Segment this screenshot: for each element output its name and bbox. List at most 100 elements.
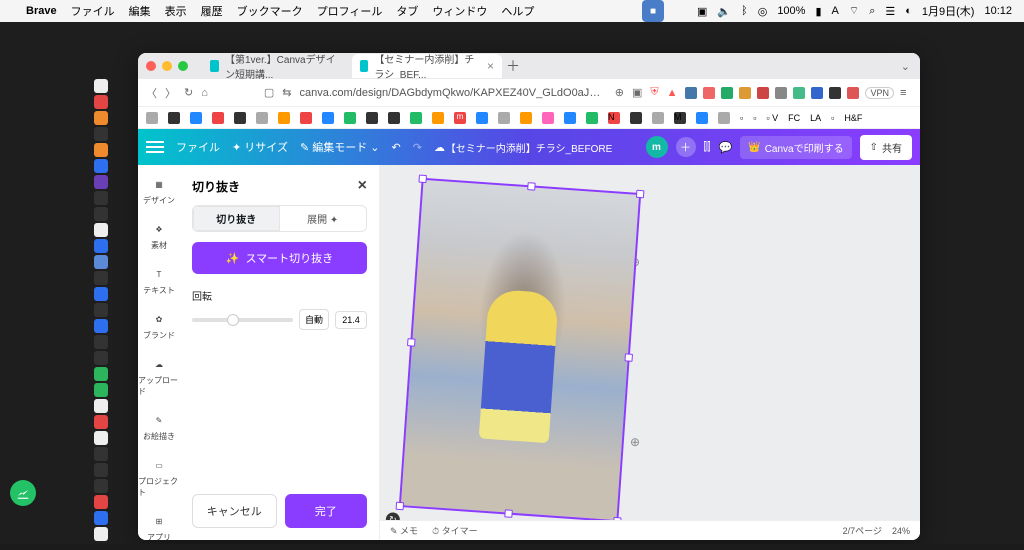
menu-window[interactable]: ウィンドウ <box>432 3 487 19</box>
browser-tab-active[interactable]: 【セミナー内添削】チラシ_BEF... × <box>352 54 502 78</box>
bookmark-folder[interactable]: ▫ <box>831 113 834 123</box>
bookmark-icon[interactable] <box>344 112 356 124</box>
crop-handle[interactable] <box>636 190 645 199</box>
dock-app-icon[interactable] <box>94 511 108 525</box>
bookmark-icon[interactable]: m <box>454 112 466 124</box>
rail-elements[interactable]: ❖素材 <box>150 220 168 251</box>
reload-icon[interactable]: ↻ <box>184 86 193 99</box>
battery-percent[interactable]: 100% <box>777 5 805 17</box>
menu-help[interactable]: ヘルプ <box>501 3 534 19</box>
active-app-name[interactable]: Brave <box>26 5 57 17</box>
crop-bounding-box[interactable]: ↻ <box>399 178 641 523</box>
dock-app-icon[interactable] <box>94 367 108 381</box>
page-indicator[interactable]: 2/7ページ <box>843 524 882 537</box>
comments-icon[interactable]: 💬 <box>719 141 733 154</box>
bookmark-icon[interactable] <box>564 112 576 124</box>
bookmark-icon[interactable] <box>388 112 400 124</box>
share-button[interactable]: ⇧ 共有 <box>860 135 912 160</box>
minimize-window-icon[interactable] <box>162 61 172 71</box>
browser-menu-icon[interactable]: ≡ <box>900 87 912 99</box>
dock-app-icon[interactable] <box>94 159 108 173</box>
browser-tab[interactable]: 【第1ver.】Canvaデザイン短期講... <box>202 54 352 78</box>
nav-back-icon[interactable]: 〈 <box>146 85 157 101</box>
home-icon[interactable]: ⌂ <box>201 87 208 99</box>
dock-app-icon[interactable] <box>94 319 108 333</box>
document-title[interactable]: 【セミナー内添削】チラシ_BEFORE <box>446 140 612 155</box>
file-menu[interactable]: ファイル <box>176 139 220 155</box>
wifi-icon[interactable]: ⌔ <box>849 4 859 18</box>
dock-app-icon[interactable] <box>94 351 108 365</box>
dock-app-icon[interactable] <box>94 287 108 301</box>
extension-icon[interactable] <box>793 87 805 99</box>
bookmark-icon[interactable]: N <box>608 112 620 124</box>
rail-design[interactable]: ▦デザイン <box>143 175 175 206</box>
dock-app-icon[interactable] <box>94 127 108 141</box>
input-source-icon[interactable]: A <box>832 5 839 17</box>
dock-app-icon[interactable] <box>94 415 108 429</box>
site-controls-icon[interactable]: ▢ <box>264 86 274 99</box>
bookmark-icon[interactable] <box>300 112 312 124</box>
crop-handle[interactable] <box>407 338 416 347</box>
dock-app-icon[interactable] <box>94 479 108 493</box>
extension-icon[interactable] <box>829 87 841 99</box>
dock-app-icon[interactable] <box>94 79 108 93</box>
dock-app-icon[interactable] <box>94 463 108 477</box>
extension-icon[interactable] <box>685 87 697 99</box>
dock-app-icon[interactable] <box>94 239 108 253</box>
dock-app-icon[interactable] <box>94 143 108 157</box>
record-button[interactable] <box>10 480 36 506</box>
volume-icon[interactable]: 🔈 <box>717 5 731 18</box>
bookmark-folder[interactable]: LA <box>810 113 821 123</box>
brave-icon[interactable]: ▲ <box>667 87 678 99</box>
rail-upload[interactable]: ☁アップロード <box>138 355 180 397</box>
shield-icon[interactable]: ⛨ <box>650 86 658 99</box>
menu-history[interactable]: 履歴 <box>201 3 223 19</box>
rail-brand[interactable]: ✿ブランド <box>143 310 175 341</box>
canvas-viewport[interactable]: 2ページ - B... ⌃ ⌄ ⎘ ⧉ 🗑 ⊕ 3ページ - B... ⌃ ⌄ <box>380 165 920 540</box>
dock-app-icon[interactable] <box>94 303 108 317</box>
bookmark-icon[interactable] <box>520 112 532 124</box>
edit-mode-menu[interactable]: ✎ 編集モード ⌄ <box>300 139 380 155</box>
menu-icon[interactable] <box>146 138 164 156</box>
bookmark-icon[interactable] <box>256 112 268 124</box>
extension-icon[interactable] <box>775 87 787 99</box>
bookmark-icon[interactable] <box>168 112 180 124</box>
add-page-icon[interactable]: ⊕ <box>630 435 640 450</box>
bookmark-icon[interactable] <box>432 112 444 124</box>
redo-icon[interactable]: ↷ <box>413 141 422 154</box>
dock-app-icon[interactable] <box>94 255 108 269</box>
dock-app-icon[interactable] <box>94 447 108 461</box>
close-window-icon[interactable] <box>146 61 156 71</box>
analytics-icon[interactable]: ⫿⫿ <box>704 141 711 154</box>
menu-edit[interactable]: 編集 <box>129 3 151 19</box>
bookmark-folder[interactable]: ▫ <box>753 113 756 123</box>
dock-app-icon[interactable] <box>94 207 108 221</box>
bookmark-icon[interactable] <box>476 112 488 124</box>
menu-profile[interactable]: プロフィール <box>317 3 383 19</box>
extension-icon[interactable] <box>757 87 769 99</box>
screen-record-indicator-icon[interactable]: ■ <box>642 0 664 22</box>
rail-projects[interactable]: ▭プロジェクト <box>138 456 180 498</box>
bookmark-icon[interactable] <box>542 112 554 124</box>
auto-rotate-button[interactable]: 自動 <box>299 309 329 330</box>
crop-handle[interactable] <box>504 509 513 518</box>
notes-button[interactable]: ✎ メモ <box>390 524 418 537</box>
close-tab-icon[interactable]: × <box>487 59 494 73</box>
timer-button[interactable]: ⏱ タイマー <box>432 524 478 537</box>
bookmark-icon[interactable] <box>630 112 642 124</box>
extension-icon[interactable] <box>739 87 751 99</box>
zoom-icon[interactable]: ⊕ <box>615 86 624 99</box>
bookmark-icon[interactable] <box>212 112 224 124</box>
cancel-button[interactable]: キャンセル <box>192 494 277 528</box>
bookmark-icon[interactable] <box>190 112 202 124</box>
slider-knob[interactable] <box>227 314 239 326</box>
extension-icon[interactable] <box>721 87 733 99</box>
tab-overflow-icon[interactable]: ⌄ <box>901 60 910 73</box>
dock-app-icon[interactable] <box>94 111 108 125</box>
menubar-date[interactable]: 1月9日(木) <box>922 3 975 19</box>
menu-bookmarks[interactable]: ブックマーク <box>237 3 303 19</box>
rotate-slider[interactable] <box>192 318 293 322</box>
battery-icon[interactable]: ▮ <box>815 5 821 18</box>
dock-app-icon[interactable] <box>94 495 108 509</box>
airdrop-icon[interactable]: ◎ <box>758 5 768 18</box>
